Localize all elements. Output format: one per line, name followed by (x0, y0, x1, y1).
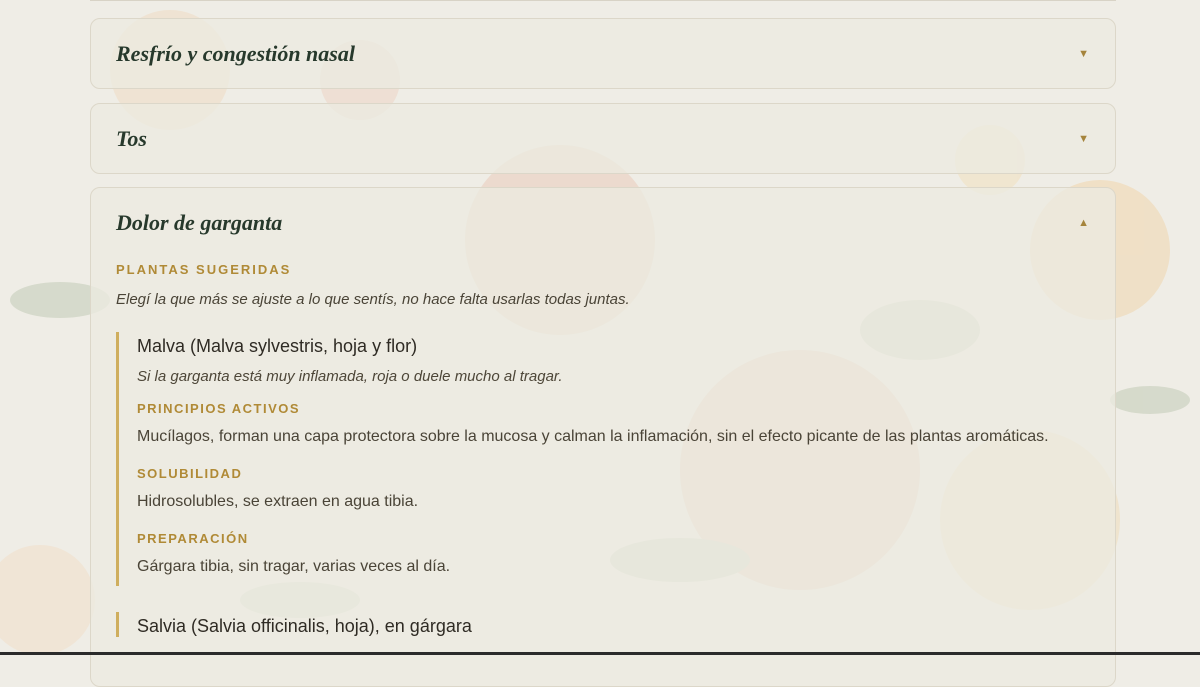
active-principles-label: PRINCIPIOS ACTIVOS (137, 401, 301, 416)
accordion-title: Tos (116, 126, 147, 151)
solubility-text: Hidrosolubles, se extraen en agua tibia. (137, 493, 419, 510)
accordion-title: Resfrío y congestión nasal (116, 41, 355, 66)
accordion-cold: Resfrío y congestión nasal ▼ (90, 18, 1116, 89)
accordion-header-cough[interactable]: Tos ▼ (91, 104, 1115, 174)
accordion-header-cold[interactable]: Resfrío y congestión nasal ▼ (91, 19, 1115, 89)
preparation-text: Gárgara tibia, sin tragar, varias veces … (137, 558, 451, 575)
intro-text: Elegí la que más se ajuste a lo que sent… (116, 291, 630, 308)
chevron-down-icon[interactable]: ▼ (1078, 133, 1089, 145)
plant-card-salvia: Salvia (Salvia officinalis, hoja), en gá… (116, 612, 1089, 637)
plant-name: Malva (Malva sylvestris, hoja y flor) (137, 336, 418, 356)
plant-indication: Si la garganta está muy inflamada, roja … (137, 368, 563, 385)
plant-name: Salvia (Salvia officinalis, hoja), en gá… (137, 616, 472, 636)
accordion-header-sore-throat[interactable]: Dolor de garganta ▲ (91, 188, 1115, 258)
chevron-down-icon[interactable]: ▼ (1078, 48, 1089, 60)
accordion-body: PLANTAS SUGERIDAS Elegí la que más se aj… (91, 262, 1115, 637)
active-principles-text: Mucílagos, forman una capa protectora so… (137, 428, 1049, 445)
divider (90, 0, 1116, 1)
plant-card-malva: Malva (Malva sylvestris, hoja y flor) Si… (116, 332, 1089, 586)
solubility-label: SOLUBILIDAD (137, 466, 243, 481)
section-label: PLANTAS SUGERIDAS (116, 262, 292, 277)
chevron-up-icon[interactable]: ▲ (1078, 217, 1089, 229)
preparation-label: PREPARACIÓN (137, 531, 249, 546)
accordion-sore-throat: Dolor de garganta ▲ PLANTAS SUGERIDAS El… (90, 187, 1116, 687)
accordion-title: Dolor de garganta (116, 210, 283, 235)
accordion-cough: Tos ▼ (90, 103, 1116, 174)
